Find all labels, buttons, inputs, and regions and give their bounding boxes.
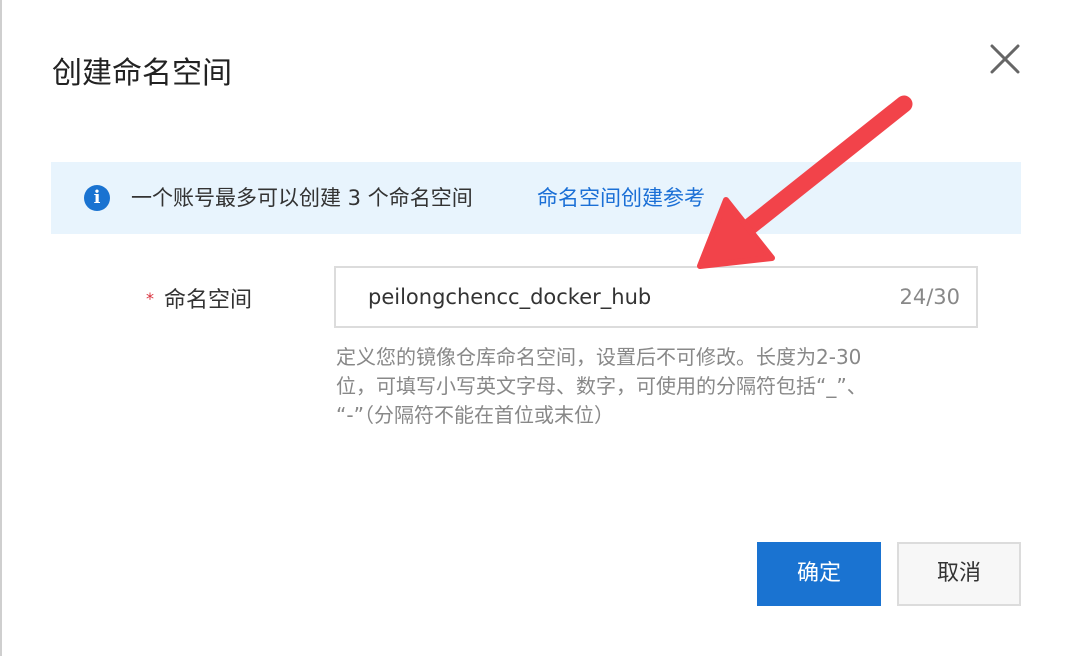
help-line: 定义您的镜像仓库命名空间，设置后不可修改。长度为2-30 (336, 345, 862, 369)
namespace-label-text: 命名空间 (164, 288, 253, 313)
namespace-input-box[interactable]: 24/30 (334, 266, 978, 328)
namespace-input[interactable] (368, 280, 848, 314)
help-line: 位，可填写小写英文字母、数字，可使用的分隔符包括“_”、 (336, 374, 867, 398)
notice-message: 一个账号最多可以创建 3 个命名空间 (131, 186, 473, 210)
help-line: “-”（分隔符不能在首位或末位） (336, 403, 614, 427)
namespace-reference-link[interactable]: 命名空间创建参考 (537, 184, 705, 212)
cancel-button[interactable]: 取消 (897, 542, 1021, 606)
dialog-title: 创建命名空间 (52, 56, 232, 91)
create-namespace-dialog: 创建命名空间 i 一个账号最多可以创建 3 个命名空间 命名空间创建参考 * 命名… (0, 0, 1070, 656)
namespace-help-text: 定义您的镜像仓库命名空间，设置后不可修改。长度为2-30 位，可填写小写英文字母… (336, 343, 986, 430)
close-icon[interactable] (986, 40, 1024, 78)
char-counter: 24/30 (899, 285, 960, 309)
dialog-edge (0, 0, 2, 656)
info-icon: i (84, 185, 110, 211)
info-notice: i 一个账号最多可以创建 3 个命名空间 命名空间创建参考 (51, 162, 1021, 234)
ok-button[interactable]: 确定 (757, 542, 881, 606)
required-mark: * (146, 289, 154, 308)
namespace-label: * 命名空间 (146, 284, 252, 316)
